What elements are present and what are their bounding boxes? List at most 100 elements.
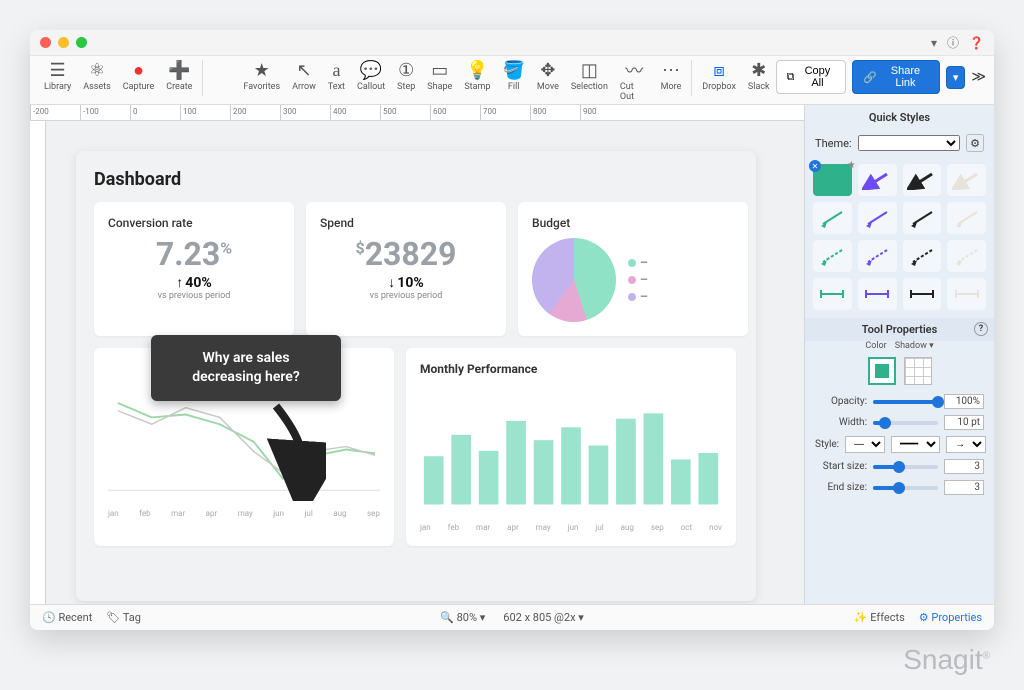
help-icon[interactable]: ❓ xyxy=(969,36,984,50)
toolbar-overflow-icon[interactable]: ≫ xyxy=(971,69,986,85)
spend-delta: ↓10% xyxy=(320,274,492,291)
ruler-horizontal: -200-1000100200300400500600700800900 xyxy=(30,105,804,121)
budget-pie-chart xyxy=(532,238,616,322)
tool-create[interactable]: ➕Create xyxy=(160,60,198,92)
width-value[interactable]: 10 pt xyxy=(944,415,984,430)
opacity-value[interactable]: 100% xyxy=(944,394,984,409)
end-size-value[interactable]: 3 xyxy=(944,480,984,495)
canvas[interactable]: Dashboard Conversion rate 7.23% ↑40% vs … xyxy=(46,121,804,604)
tool-dropbox[interactable]: ⧈Dropbox xyxy=(696,60,742,92)
share-link-button[interactable]: 🔗 Share Link xyxy=(852,60,939,94)
card-budget: Budget — — — xyxy=(518,202,748,336)
conv-label: Conversion rate xyxy=(108,216,280,230)
tool-arrow[interactable]: ↖Arrow xyxy=(286,60,322,92)
style-preset-15[interactable] xyxy=(947,278,986,310)
dash-style-select[interactable]: ━━━ xyxy=(891,436,940,453)
artboard: Dashboard Conversion rate 7.23% ↑40% vs … xyxy=(76,151,756,601)
main-area: -200-1000100200300400500600700800900 Das… xyxy=(30,105,994,604)
tool-fill[interactable]: 🪣Fill xyxy=(496,60,530,92)
width-slider[interactable] xyxy=(873,421,938,425)
share-link-caret[interactable]: ▾ xyxy=(946,66,966,89)
style-preset-1[interactable] xyxy=(858,164,897,196)
theme-select[interactable] xyxy=(858,135,960,151)
style-preset-4[interactable] xyxy=(813,202,852,234)
copy-all-button[interactable]: ⧉ Copy All xyxy=(776,60,847,94)
card-bar-chart: Monthly Performance janfebmaraprmayjunju… xyxy=(406,348,736,546)
tool-properties-title: Tool Properties ? xyxy=(805,318,994,341)
style-preset-7[interactable] xyxy=(947,202,986,234)
tool-step[interactable]: ①Step xyxy=(391,60,421,92)
card-spend: Spend $23829 ↓10% vs previous period xyxy=(306,202,506,336)
minimize-window-icon[interactable] xyxy=(58,37,69,48)
style-preset-2[interactable] xyxy=(903,164,942,196)
tool-callout[interactable]: 💬Callout xyxy=(351,60,391,92)
tool-capture[interactable]: ●Capture xyxy=(117,60,160,92)
style-preset-5[interactable] xyxy=(858,202,897,234)
style-preset-12[interactable] xyxy=(813,278,852,310)
side-panel: Quick Styles Theme: ⚙ Tool Properties ? … xyxy=(804,105,994,604)
theme-label: Theme: xyxy=(815,137,852,150)
end-size-slider[interactable] xyxy=(873,486,938,490)
help-icon[interactable]: ? xyxy=(974,322,988,336)
color-label: Color xyxy=(865,341,886,351)
app-window: ▾ ⓘ ❓ ☰Library ⚛Assets ●Capture ➕Create … xyxy=(30,30,994,630)
shadow-picker[interactable] xyxy=(904,357,932,385)
line-chart-axis: janfebmaraprmayjunjulaugsep xyxy=(108,509,380,518)
tool-stamp[interactable]: 💡Stamp xyxy=(458,60,496,92)
start-size-label: Start size: xyxy=(815,461,867,472)
style-preset-0[interactable] xyxy=(813,164,852,196)
bar-chart-axis: janfebmaraprmayjunjulaugsepoctnov xyxy=(420,523,722,532)
theme-settings-button[interactable]: ⚙ xyxy=(966,134,984,152)
style-preset-9[interactable] xyxy=(858,240,897,272)
tool-slack[interactable]: ✱Slack xyxy=(742,60,776,92)
shadow-label[interactable]: Shadow ▾ xyxy=(895,341,934,351)
tool-cutout[interactable]: 〰Cut Out xyxy=(614,60,655,102)
sync-icon[interactable]: ▾ xyxy=(931,36,937,50)
window-controls xyxy=(40,37,87,48)
opacity-slider[interactable] xyxy=(873,400,938,404)
tool-selection[interactable]: ◫Selection xyxy=(565,60,614,92)
effects-button[interactable]: ✨ Effects xyxy=(854,611,905,624)
line-style-select[interactable]: — xyxy=(845,436,885,453)
style-preset-8[interactable] xyxy=(813,240,852,272)
main-toolbar: ☰Library ⚛Assets ●Capture ➕Create ★Favor… xyxy=(30,56,994,105)
color-swatch[interactable] xyxy=(868,357,896,385)
start-size-value[interactable]: 3 xyxy=(944,459,984,474)
ruler-vertical xyxy=(30,121,46,604)
close-window-icon[interactable] xyxy=(40,37,51,48)
properties-button[interactable]: ⚙ Properties xyxy=(919,611,982,624)
quick-styles-grid xyxy=(805,156,994,318)
style-preset-11[interactable] xyxy=(947,240,986,272)
tool-shape[interactable]: ▭Shape xyxy=(421,60,458,92)
tool-library[interactable]: ☰Library xyxy=(38,60,77,92)
budget-label: Budget xyxy=(532,216,734,230)
style-preset-13[interactable] xyxy=(858,278,897,310)
brand-watermark: Snagit® xyxy=(903,644,990,676)
spend-value: $23829 xyxy=(320,238,492,270)
tool-assets[interactable]: ⚛Assets xyxy=(77,60,117,92)
tool-text[interactable]: aText xyxy=(322,60,351,92)
dashboard-title: Dashboard xyxy=(94,169,738,190)
opacity-label: Opacity: xyxy=(815,396,867,407)
style-preset-6[interactable] xyxy=(903,202,942,234)
recent-button[interactable]: 🕓 Recent xyxy=(42,611,92,624)
dimensions-readout: 602 x 805 @2x ▾ xyxy=(503,611,584,624)
start-size-slider[interactable] xyxy=(873,465,938,469)
monthly-label: Monthly Performance xyxy=(420,362,722,376)
spend-sub: vs previous period xyxy=(320,291,492,301)
end-size-label: End size: xyxy=(815,482,867,493)
tool-move[interactable]: ✥Move xyxy=(531,60,565,92)
zoom-control[interactable]: 🔍 80% ▾ xyxy=(440,611,485,624)
callout-arrow-icon[interactable] xyxy=(256,401,326,501)
maximize-window-icon[interactable] xyxy=(76,37,87,48)
style-preset-10[interactable] xyxy=(903,240,942,272)
conv-value: 7.23% xyxy=(108,238,280,270)
tool-favorites[interactable]: ★Favorites xyxy=(237,60,286,92)
style-preset-14[interactable] xyxy=(903,278,942,310)
style-preset-3[interactable] xyxy=(947,164,986,196)
tool-more[interactable]: ⋯More xyxy=(655,60,688,92)
callout-annotation[interactable]: Why are sales decreasing here? xyxy=(151,335,341,401)
end-style-select[interactable]: → xyxy=(946,436,986,453)
tag-button[interactable]: 🏷 Tag xyxy=(106,611,141,624)
info-icon[interactable]: ⓘ xyxy=(947,34,959,51)
